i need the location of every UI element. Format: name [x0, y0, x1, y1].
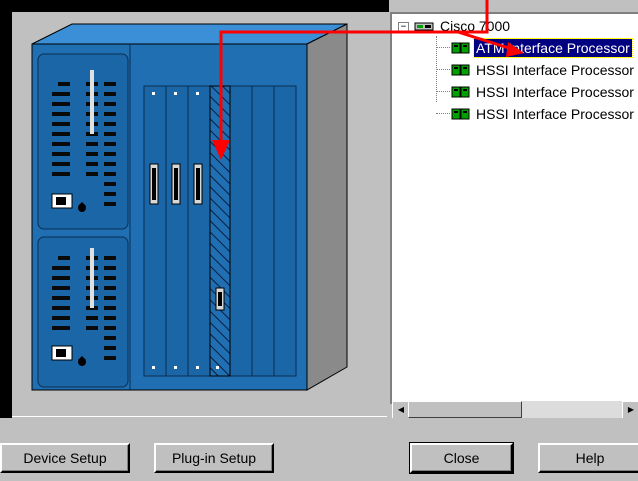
interface-card-icon	[451, 64, 470, 76]
button-bar: Device Setup Plug-in Setup Close Help	[0, 418, 638, 481]
horizontal-scrollbar[interactable]: ◀ ▶	[392, 401, 638, 419]
collapse-icon[interactable]: −	[398, 22, 409, 33]
interface-card-icon	[451, 108, 470, 120]
tree-root-label: Cisco 7000	[440, 18, 511, 34]
tree-item-label: HSSI Interface Processor	[476, 84, 634, 100]
tree-root[interactable]: Cisco 7000	[414, 15, 512, 37]
device-tree[interactable]: − Cisco 7000 ATM Interface Processor HSS…	[390, 12, 638, 404]
device-setup-button[interactable]: Device Setup	[0, 443, 130, 473]
tree-item-hssi-1[interactable]: HSSI Interface Processor	[450, 59, 636, 81]
help-button[interactable]: Help	[538, 443, 638, 473]
tree-item-hssi-2[interactable]: HSSI Interface Processor	[450, 81, 636, 103]
tree-item-label: HSSI Interface Processor	[476, 106, 634, 122]
tree-item-atm[interactable]: ATM Interface Processor	[450, 37, 633, 59]
tree-item-label: HSSI Interface Processor	[476, 62, 634, 78]
chassis-panel	[12, 12, 391, 418]
close-button[interactable]: Close	[409, 442, 514, 474]
chassis-image	[31, 23, 348, 391]
scroll-right-icon[interactable]: ▶	[622, 401, 638, 419]
interface-card-icon	[451, 42, 470, 54]
tree-item-label: ATM Interface Processor	[473, 38, 633, 58]
plugin-setup-button[interactable]: Plug-in Setup	[154, 443, 274, 473]
router-icon	[414, 22, 434, 31]
interface-card-icon	[451, 86, 470, 98]
tree-item-hssi-3[interactable]: HSSI Interface Processor	[450, 103, 636, 125]
scroll-thumb[interactable]	[408, 401, 522, 418]
